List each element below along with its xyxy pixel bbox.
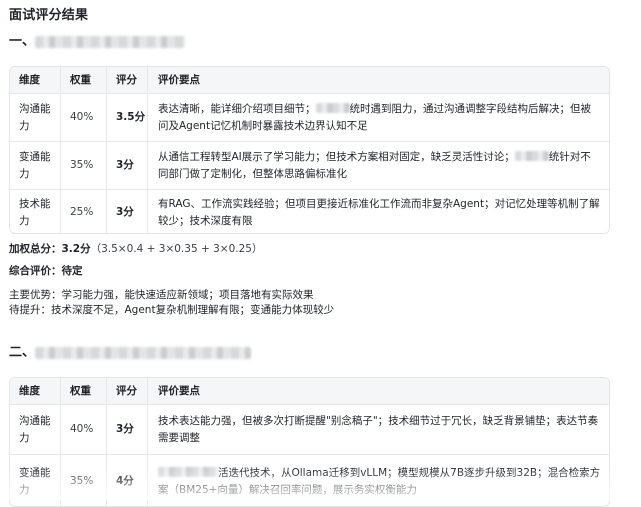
section-2-prefix: 二、 [9, 345, 36, 360]
header-dimension: 维度 [19, 384, 40, 397]
section-2-heading: 二、 [9, 341, 252, 360]
redacted-text [315, 102, 350, 113]
weight-cell: 35% [60, 455, 106, 506]
improvement-line: 待提升：技术深度不足，Agent复杂机制理解有限；变通能力体现较少 [9, 304, 335, 316]
weighted-score-line: 加权总分：3.2分（3.5×0.4 + 3×0.35 + 3×0.25） [9, 242, 262, 257]
table-header-row: 维度 权重 评分 评价要点 [10, 378, 609, 404]
overall-label: 综合评价： [9, 265, 62, 277]
weighted-value: 3.2分 [61, 243, 91, 255]
redacted-text [514, 150, 549, 161]
dimension-cell: 变通能力 [19, 466, 51, 496]
header-dimension: 维度 [19, 73, 40, 86]
header-weight: 权重 [60, 67, 106, 93]
table-row: 沟通能力 40% 3分 技术表达能力强，但被多次打断提醒"别念稿子"；技术细节过… [10, 404, 609, 454]
table-row: 技术能力 25% 3分 有RAG、工作流实践经验；但项目更接近标准化工作流而非复… [10, 189, 609, 233]
weight-cell: 40% [60, 405, 106, 454]
weight-cell: 40% [60, 94, 106, 141]
dimension-cell: 沟通能力 [19, 102, 51, 132]
comment-cell: 有RAG、工作流实践经验；但项目更接近标准化工作流而非复杂Agent；对记忆处理… [147, 190, 609, 233]
strengths-line: 主要优势：学习能力强，能快速适应新领域；项目落地有实际效果 [9, 289, 314, 301]
overall-evaluation-line: 综合评价：待定 [9, 264, 83, 279]
header-comment: 评价要点 [147, 67, 609, 93]
comment-cell: 表达清晰，能详细介绍项目细节； 统时遇到阻力，通过沟通调整字段结构后解决；但被问及… [147, 94, 609, 141]
table-row: 沟通能力 40% 3.5分 表达清晰，能详细介绍项目细节； 统时遇到阻力，通过沟通… [10, 93, 609, 141]
section-1-prefix: 一、 [9, 34, 36, 49]
header-score: 评分 [106, 378, 147, 404]
table-row: 变通能力 35% 4分 活迭代技术，从Ollama迁移到vLLM；模型规模从7B… [10, 454, 609, 506]
redacted-name [35, 35, 186, 48]
dimension-cell: 沟通能力 [19, 414, 51, 444]
redacted-name [35, 346, 252, 359]
header-weight: 权重 [60, 378, 106, 404]
weighted-formula: （3.5×0.4 + 3×0.35 + 3×0.25） [90, 243, 263, 255]
comment-cell: 活迭代技术，从Ollama迁移到vLLM；模型规模从7B逐步升级到32B；混合检… [147, 455, 609, 506]
comment-text-a: 表达清晰，能详细介绍项目细节； [158, 102, 316, 115]
score-table-1: 维度 权重 评分 评价要点 沟通能力 40% 3.5分 表达清晰，能详细介绍项目… [9, 66, 610, 234]
page-title: 面试评分结果 [9, 8, 89, 23]
weight-cell: 25% [60, 190, 106, 233]
score-cell: 4分 [106, 455, 147, 506]
dimension-cell: 技术能力 [19, 197, 51, 227]
redacted-text [158, 466, 218, 477]
score-cell: 3分 [106, 405, 147, 454]
comment-text-a: 从通信工程转型AI展示了学习能力；但技术方案相对固定，缺乏灵活性讨论； [158, 150, 515, 163]
weighted-label: 加权总分： [9, 243, 62, 255]
comment-cell: 从通信工程转型AI展示了学习能力；但技术方案相对固定，缺乏灵活性讨论； 统针对不同… [147, 142, 609, 189]
chat-message-content: 面试评分结果 一、 维度 权重 评分 评价要点 沟通能力 40% 3.5分 表达… [0, 0, 641, 507]
comment-text-a: 活迭代技术，从Ollama迁移到vLLM；模型规模从7B逐步升级到32B；混合检… [158, 466, 601, 496]
overall-value: 待定 [61, 265, 83, 277]
score-cell: 3.5分 [106, 94, 147, 141]
header-score: 评分 [106, 67, 147, 93]
score-cell: 3分 [106, 142, 147, 189]
score-table-2: 维度 权重 评分 评价要点 沟通能力 40% 3分 技术表达能力强，但被多次打断… [9, 377, 610, 507]
table-row: 变通能力 35% 3分 从通信工程转型AI展示了学习能力；但技术方案相对固定，缺… [10, 141, 609, 189]
dimension-cell: 变通能力 [19, 150, 51, 180]
header-comment: 评价要点 [147, 378, 609, 404]
weight-cell: 35% [60, 142, 106, 189]
section-1-heading: 一、 [9, 30, 186, 49]
table-header-row: 维度 权重 评分 评价要点 [10, 67, 609, 93]
score-cell: 3分 [106, 190, 147, 233]
comment-cell: 技术表达能力强，但被多次打断提醒"别念稿子"；技术细节过于冗长，缺乏背景铺垫；表… [147, 405, 609, 454]
